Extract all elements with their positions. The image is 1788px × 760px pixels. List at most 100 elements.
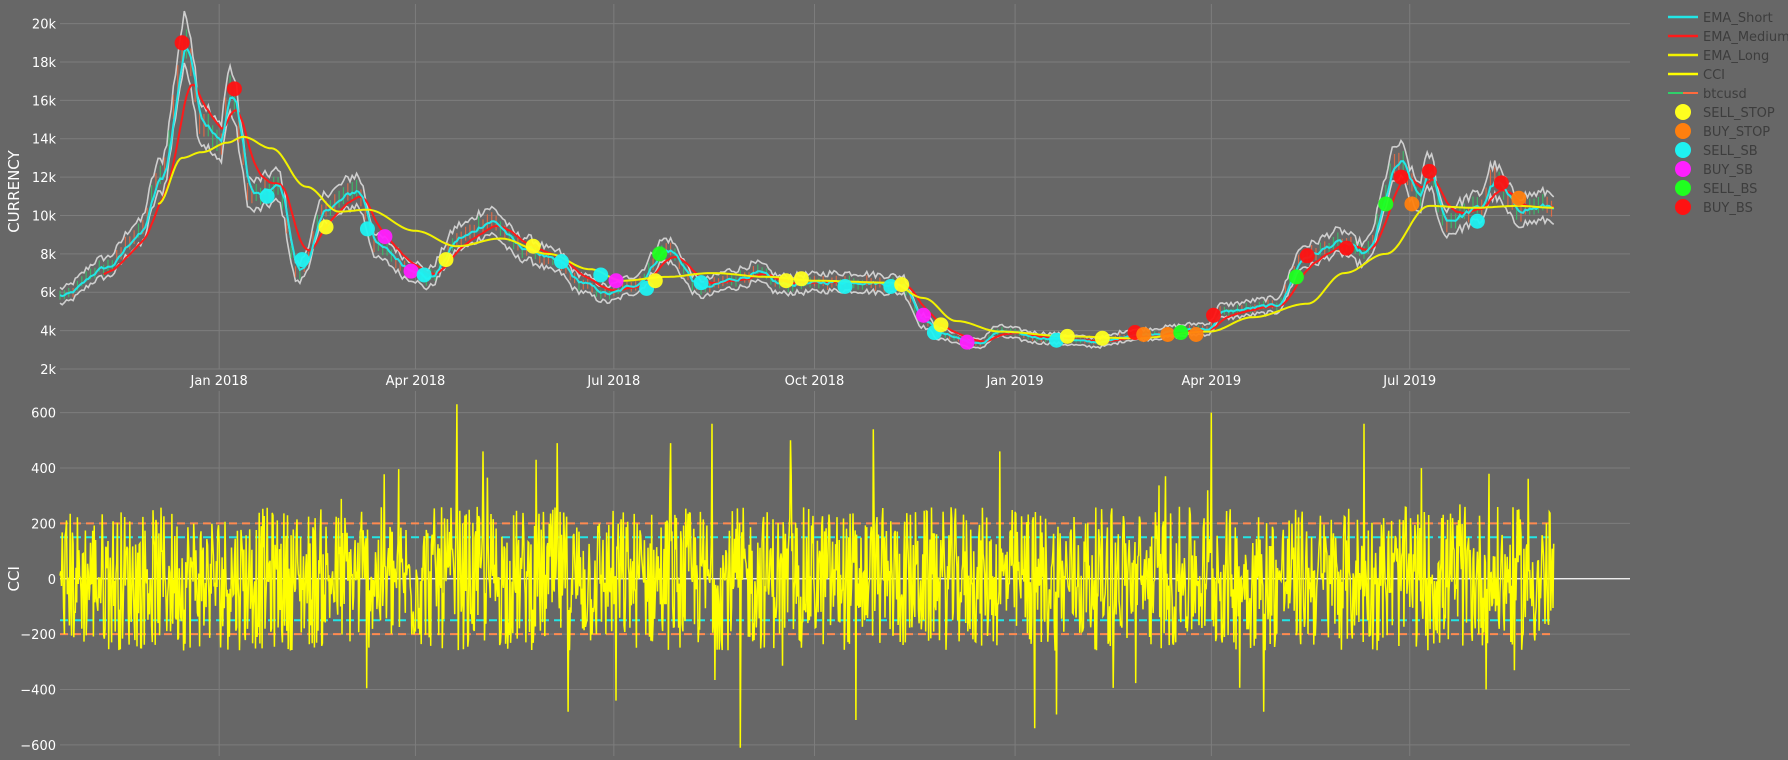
ema-long-line: [157, 135, 1554, 340]
legend-label: BUY_SB: [1703, 163, 1753, 178]
legend-swatch-marker: [1675, 142, 1691, 158]
cci-line: [59, 404, 1555, 748]
signal-buy-stop-marker: [1404, 196, 1420, 212]
signal-buy-stop-marker: [1511, 190, 1527, 206]
cci-y-tick-label: −400: [20, 684, 56, 699]
cci-y-tick-label: 200: [31, 517, 56, 532]
signal-buy-bs-marker: [1206, 307, 1222, 323]
btc-chart: 2k 4k 6k 8k 10k 12k 14k 16k 18k 20k −600 −400 −200 0 2…: [5, 4, 1788, 756]
signal-sell-sb-marker: [593, 267, 609, 283]
price-band-lower: [59, 62, 1555, 350]
x-tick-label: Jul 2019: [1382, 374, 1436, 389]
legend-item-buy-sb[interactable]: BUY_SB: [1675, 161, 1753, 178]
axis-labels: 2k 4k 6k 8k 10k 12k 14k 16k 18k 20k −600 −400 −200 0 2…: [5, 18, 1436, 754]
price-grid: [60, 4, 1630, 370]
price-y-tick-label: 20k: [32, 18, 57, 33]
cci-y-tick-label: 600: [31, 407, 56, 422]
legend-label: SELL_BS: [1703, 182, 1757, 197]
legend-item-ema-short[interactable]: EMA_Short: [1668, 11, 1773, 26]
price-y-tick-label: 6k: [40, 286, 56, 301]
legend-item-btcusd[interactable]: btcusd: [1668, 87, 1747, 102]
signal-sell-stop-marker: [1094, 330, 1110, 346]
signal-sell-stop-marker: [933, 317, 949, 333]
signal-sell-stop-marker: [894, 277, 910, 293]
legend-item-ema-medium[interactable]: EMA_Medium: [1668, 30, 1788, 45]
signal-sell-sb-marker: [693, 275, 709, 291]
legend-item-cci[interactable]: CCI: [1668, 68, 1725, 83]
legend-item-sell-bs[interactable]: SELL_BS: [1675, 180, 1757, 197]
legend-item-buy-bs[interactable]: BUY_BS: [1675, 199, 1753, 216]
legend-label: SELL_STOP: [1703, 106, 1775, 121]
signal-buy-bs-marker: [1393, 169, 1409, 185]
signal-buy-bs-marker: [174, 35, 190, 51]
x-tick-label: Jan 2018: [190, 374, 248, 389]
ema-short-line: [59, 45, 1555, 345]
signal-buy-stop-marker: [1136, 326, 1152, 342]
signal-buy-sb-marker: [608, 273, 624, 289]
signal-sell-sb-marker: [837, 278, 853, 294]
x-tick-label: Apr 2019: [1181, 374, 1241, 389]
signal-sell-stop-marker: [793, 271, 809, 287]
signal-buy-bs-marker: [1493, 175, 1509, 191]
signal-sell-stop-marker: [1059, 328, 1075, 344]
chart-container: 2k 4k 6k 8k 10k 12k 14k 16k 18k 20k −600 −400 −200 0 2…: [0, 0, 1788, 756]
legend-swatch-marker: [1675, 180, 1691, 196]
signal-sell-stop-marker: [778, 273, 794, 289]
signal-buy-sb-marker: [916, 307, 931, 323]
signal-sell-bs-marker: [1378, 196, 1394, 212]
signal-sell-bs-marker: [652, 246, 668, 262]
signal-sell-stop-marker: [318, 219, 334, 235]
legend-swatch-marker: [1675, 161, 1691, 177]
signal-buy-sb-marker: [959, 334, 975, 350]
legend-label: EMA_Long: [1703, 49, 1769, 64]
signal-markers-layer: [174, 35, 1527, 350]
legend-swatch-marker: [1675, 104, 1691, 120]
signal-buy-bs-marker: [1421, 163, 1437, 179]
price-y-tick-label: 2k: [40, 363, 56, 378]
legend-swatch-marker: [1675, 199, 1691, 215]
price-y-tick-label: 10k: [32, 209, 57, 224]
signal-sell-sb-marker: [416, 267, 432, 283]
signal-sell-sb-marker: [359, 221, 375, 237]
signal-sell-bs-marker: [1173, 325, 1189, 341]
legend-label: EMA_Short: [1703, 11, 1773, 26]
signal-buy-bs-marker: [1339, 240, 1355, 256]
signal-sell-sb-marker: [554, 254, 570, 270]
price-y-tick-label: 12k: [32, 171, 57, 186]
legend-label: EMA_Medium: [1703, 30, 1788, 45]
signal-sell-sb-marker: [294, 252, 310, 268]
legend-item-ema-long[interactable]: EMA_Long: [1668, 49, 1769, 64]
x-tick-label: Jan 2019: [985, 374, 1043, 389]
legend-swatch-marker: [1675, 123, 1691, 139]
cci-y-tick-label: 400: [31, 462, 56, 477]
cci-y-tick-label: 0: [48, 573, 56, 588]
cci-axis-title: CCI: [5, 566, 23, 591]
cci-y-tick-label: −200: [20, 628, 56, 643]
legend-label: CCI: [1703, 68, 1725, 83]
signal-buy-stop-marker: [1188, 326, 1204, 342]
signal-sell-sb-marker: [1469, 213, 1485, 229]
signal-sell-stop-marker: [647, 273, 663, 289]
price-y-tick-label: 18k: [32, 56, 57, 71]
price-y-tick-label: 16k: [32, 94, 57, 109]
legend-item-sell-stop[interactable]: SELL_STOP: [1675, 104, 1775, 121]
signal-buy-sb-marker: [403, 263, 419, 279]
price-y-tick-label: 4k: [40, 325, 56, 340]
legend-item-buy-stop[interactable]: BUY_STOP: [1675, 123, 1770, 140]
price-axis-title: CURRENCY: [5, 149, 23, 232]
cci-y-tick-label: −600: [20, 739, 56, 754]
x-tick-label: Jul 2018: [586, 374, 640, 389]
cci-series-layer: [59, 404, 1555, 748]
signal-sell-sb-marker: [259, 188, 275, 204]
legend-label: btcusd: [1703, 87, 1747, 102]
price-y-tick-label: 14k: [32, 133, 57, 148]
signal-sell-stop-marker: [525, 238, 541, 254]
signal-buy-bs-marker: [1299, 248, 1315, 264]
legend-label: BUY_BS: [1703, 201, 1753, 216]
signal-buy-stop-marker: [1160, 326, 1176, 342]
legend[interactable]: EMA_Short EMA_Medium EMA_Long CCI btcusd SELL…: [1668, 11, 1788, 216]
price-y-tick-label: 8k: [40, 248, 56, 263]
signal-buy-sb-marker: [377, 229, 393, 245]
legend-item-sell-sb[interactable]: SELL_SB: [1675, 142, 1758, 159]
signal-sell-bs-marker: [1288, 269, 1304, 285]
